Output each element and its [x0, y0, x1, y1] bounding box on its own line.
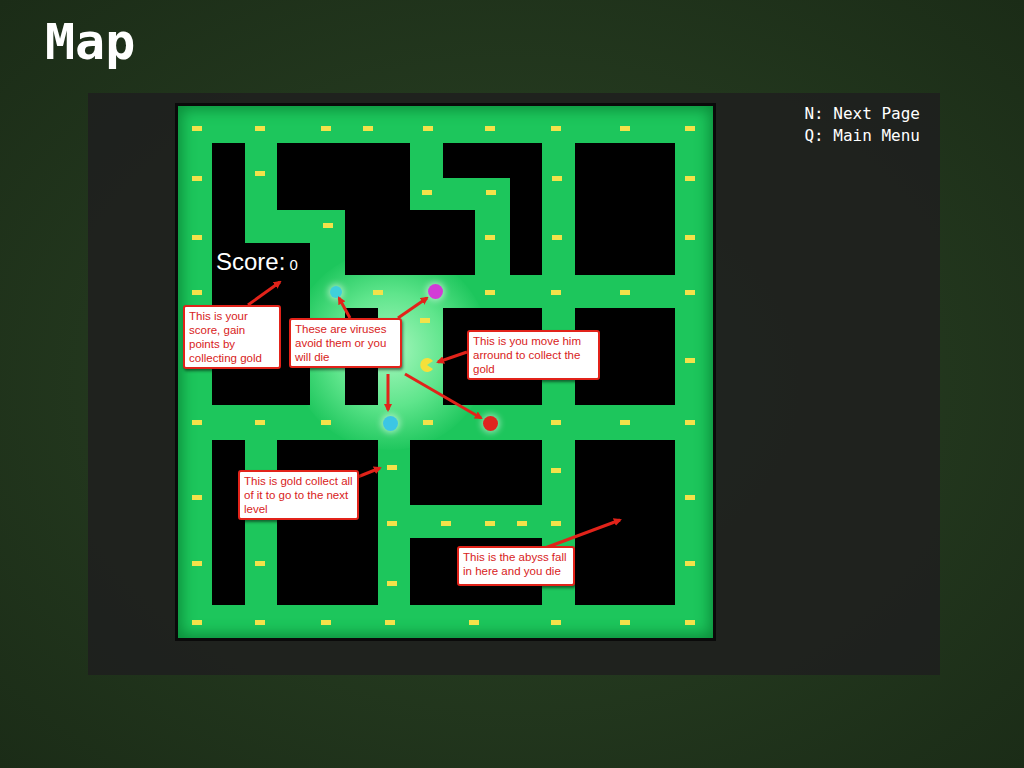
- gold-piece: [192, 495, 202, 500]
- gold-piece: [255, 126, 265, 131]
- score-display: Score:0: [216, 248, 298, 276]
- gold-piece: [387, 465, 397, 470]
- gold-piece: [321, 126, 331, 131]
- key-hint: Q: Main Menu: [804, 125, 920, 147]
- game-map: Score:0 This is your score, gain points b…: [175, 103, 716, 641]
- gold-piece: [551, 620, 561, 625]
- page-title: Map: [45, 12, 1024, 72]
- abyss-block: [575, 143, 675, 275]
- arrow: [545, 520, 620, 548]
- gold-piece: [620, 290, 630, 295]
- gold-piece: [192, 176, 202, 181]
- gold-piece: [552, 235, 562, 240]
- gold-piece: [620, 420, 630, 425]
- gold-piece: [192, 290, 202, 295]
- gold-piece: [551, 521, 561, 526]
- key-help: N: Next PageQ: Main Menu: [804, 103, 920, 147]
- gold-piece: [620, 126, 630, 131]
- gold-piece: [192, 235, 202, 240]
- gold-piece: [485, 235, 495, 240]
- tutorial-panel: Score:0 This is your score, gain points b…: [88, 93, 940, 675]
- arrow: [438, 352, 467, 362]
- key-hint: N: Next Page: [804, 103, 920, 125]
- virus: [428, 284, 443, 299]
- score-value: 0: [289, 256, 297, 274]
- gold-piece: [685, 561, 695, 566]
- gold-piece: [486, 190, 496, 195]
- gold-piece: [255, 620, 265, 625]
- gold-piece: [255, 420, 265, 425]
- gold-piece: [387, 581, 397, 586]
- arrow: [405, 374, 481, 418]
- score-label: Score:: [216, 248, 285, 276]
- gold-piece: [620, 620, 630, 625]
- annotation-callout: This is you move him arround to collect …: [467, 330, 600, 380]
- gold-piece: [363, 126, 373, 131]
- gold-piece: [373, 290, 383, 295]
- gold-piece: [685, 176, 695, 181]
- gold-piece: [551, 468, 561, 473]
- gold-piece: [321, 620, 331, 625]
- gold-piece: [685, 290, 695, 295]
- gold-piece: [192, 420, 202, 425]
- gold-piece: [192, 561, 202, 566]
- gold-piece: [551, 420, 561, 425]
- annotation-arrows: [178, 106, 716, 641]
- abyss-block: [212, 440, 245, 605]
- gold-piece: [685, 620, 695, 625]
- arrow: [387, 374, 390, 410]
- gold-piece: [685, 420, 695, 425]
- gold-piece: [255, 171, 265, 176]
- gold-piece: [485, 521, 495, 526]
- gold-piece: [323, 223, 333, 228]
- virus: [330, 286, 342, 298]
- gold-piece: [685, 358, 695, 363]
- gold-piece: [485, 126, 495, 131]
- gold-piece: [423, 126, 433, 131]
- arrow: [248, 282, 280, 305]
- annotation-callout: This is your score, gain points by colle…: [183, 305, 281, 369]
- annotation-callout: This is the abyss fall in here and you d…: [457, 546, 575, 586]
- gold-piece: [422, 190, 432, 195]
- gold-piece: [485, 290, 495, 295]
- annotation-callout: These are viruses avoid them or you will…: [289, 318, 402, 368]
- gold-piece: [423, 420, 433, 425]
- virus: [383, 416, 398, 431]
- gold-piece: [552, 176, 562, 181]
- abyss-block: [410, 440, 542, 505]
- gold-piece: [420, 318, 430, 323]
- gold-piece: [685, 495, 695, 500]
- gold-piece: [551, 290, 561, 295]
- abyss-block: [345, 210, 475, 275]
- gold-piece: [192, 620, 202, 625]
- gold-piece: [255, 561, 265, 566]
- gold-piece: [685, 126, 695, 131]
- gold-piece: [551, 126, 561, 131]
- gold-piece: [685, 235, 695, 240]
- gold-piece: [192, 126, 202, 131]
- arrow: [339, 298, 350, 318]
- gold-piece: [441, 521, 451, 526]
- gold-piece: [387, 521, 397, 526]
- player-icon: [420, 358, 434, 372]
- arrow: [398, 298, 427, 318]
- gold-piece: [517, 521, 527, 526]
- abyss-block: [575, 440, 675, 605]
- abyss-block: [277, 440, 378, 605]
- gold-piece: [385, 620, 395, 625]
- annotation-callout: This is gold collect all of it to go to …: [238, 470, 359, 520]
- gold-piece: [469, 620, 479, 625]
- abyss-block: [510, 143, 542, 275]
- abyss-block: [277, 143, 410, 210]
- gold-piece: [321, 420, 331, 425]
- virus: [483, 416, 498, 431]
